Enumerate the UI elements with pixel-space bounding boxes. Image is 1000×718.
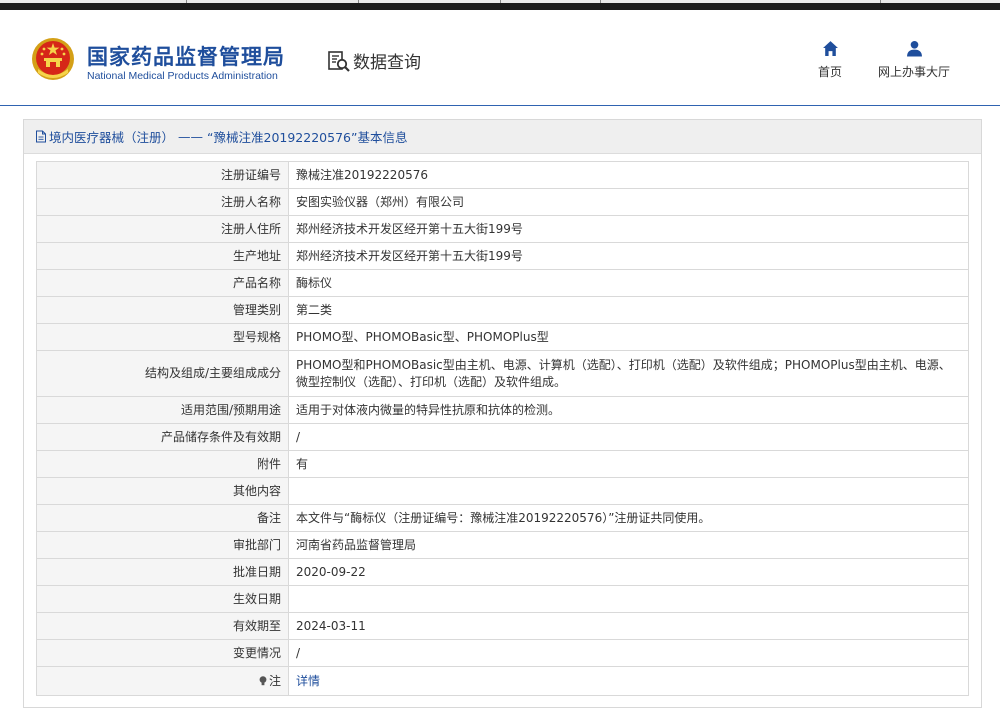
table-row: 适用范围/预期用途 适用于对体液内微量的特异性抗原和抗体的检测。 [36, 396, 969, 424]
field-value: 安图实验仪器（郑州）有限公司 [288, 188, 969, 216]
nav-home-label: 首页 [817, 65, 842, 79]
info-table: 注册证编号 豫械注准20192220576 注册人名称 安图实验仪器（郑州）有限公司… [36, 161, 969, 696]
field-label: 其他内容 [36, 477, 289, 505]
field-value: 郑州经济技术开发区经开第十五大街199号 [288, 215, 969, 243]
field-label: 生产地址 [36, 242, 289, 270]
field-value: 豫械注准20192220576 [288, 161, 969, 189]
field-label: 备注 [36, 504, 289, 532]
field-label: 变更情况 [36, 639, 289, 667]
field-value: 郑州经济技术开发区经开第十五大街199号 [288, 242, 969, 270]
table-row: 产品名称 酶标仪 [36, 269, 969, 297]
strip-tick [186, 0, 187, 3]
breadcrumb-separator: —— [178, 129, 204, 144]
magnifier-document-icon [328, 50, 350, 72]
table-row: 型号规格 PHOMO型、PHOMOBasic型、PHOMOPlus型 [36, 323, 969, 351]
table-row: 批准日期 2020-09-22 [36, 558, 969, 586]
field-label: 管理类别 [36, 296, 289, 324]
field-value: 本文件与“酶标仪（注册证编号：豫械注准20192220576）”注册证共同使用。 [288, 504, 969, 532]
field-value: 酶标仪 [288, 269, 969, 297]
breadcrumb: 境内医疗器械（注册） —— “豫械注准20192220576”基本信息 [24, 120, 981, 154]
field-value: PHOMO型和PHOMOBasic型由主机、电源、计算机（选配）、打印机（选配）… [288, 350, 969, 397]
table-row: 审批部门 河南省药品监督管理局 [36, 531, 969, 559]
site-header: 国家药品监督管理局 National Medical Products Admi… [0, 10, 1000, 106]
nav-online-hall-label: 网上办事大厅 [877, 65, 950, 79]
field-value: 2020-09-22 [288, 558, 969, 586]
table-row: 管理类别 第二类 [36, 296, 969, 324]
nav-online-hall[interactable]: 网上办事大厅 [874, 40, 954, 80]
data-query-label: 数据查询 [353, 53, 421, 73]
field-value: PHOMO型、PHOMOBasic型、PHOMOPlus型 [288, 323, 969, 351]
home-icon [822, 41, 838, 56]
org-name-cn: 国家药品监督管理局 [87, 45, 285, 69]
org-name-en: National Medical Products Administration [87, 70, 278, 82]
strip-tick [880, 0, 881, 3]
user-icon [906, 40, 922, 57]
field-value: / [288, 423, 969, 451]
field-label: 适用范围/预期用途 [36, 396, 289, 424]
strip-tick [600, 0, 601, 3]
field-label: 注册人名称 [36, 188, 289, 216]
field-label: 附件 [36, 450, 289, 478]
field-value: 适用于对体液内微量的特异性抗原和抗体的检测。 [288, 396, 969, 424]
field-label: 型号规格 [36, 323, 289, 351]
note-value-cell: 详情 [288, 666, 969, 696]
note-label: 注 [268, 673, 281, 688]
field-value [288, 477, 969, 505]
data-query-link[interactable]: 数据查询 [327, 48, 421, 73]
nav-home[interactable]: 首页 [814, 40, 846, 80]
field-label: 结构及组成/主要组成成分 [36, 350, 289, 397]
breadcrumb-record: “豫械注准20192220576”基本信息 [207, 130, 408, 145]
detail-panel: 境内医疗器械（注册） —— “豫械注准20192220576”基本信息 注册证编… [23, 119, 982, 708]
breadcrumb-category[interactable]: 境内医疗器械（注册） [49, 127, 174, 146]
table-row: 注册人住所 郑州经济技术开发区经开第十五大街199号 [36, 215, 969, 243]
field-label: 批准日期 [36, 558, 289, 586]
table-row: 结构及组成/主要组成成分 PHOMO型和PHOMOBasic型由主机、电源、计算机… [36, 350, 969, 397]
table-row: 备注 本文件与“酶标仪（注册证编号：豫械注准20192220576）”注册证共同使… [36, 504, 969, 532]
browser-top-strip [0, 0, 1000, 10]
field-label: 产品储存条件及有效期 [36, 423, 289, 451]
emblem-icon[interactable] [31, 37, 75, 81]
table-row: 注册人名称 安图实验仪器（郑州）有限公司 [36, 188, 969, 216]
field-value: / [288, 639, 969, 667]
field-value: 河南省药品监督管理局 [288, 531, 969, 559]
table-row: 产品储存条件及有效期 / [36, 423, 969, 451]
field-value: 第二类 [288, 296, 969, 324]
table-row: 生产地址 郑州经济技术开发区经开第十五大街199号 [36, 242, 969, 270]
table-row: 变更情况 / [36, 639, 969, 667]
field-value: 有 [288, 450, 969, 478]
note-label-cell: 注 [36, 666, 289, 696]
table-row: 附件有 [36, 450, 969, 478]
field-label: 生效日期 [36, 585, 289, 613]
strip-tick [500, 0, 501, 3]
field-value: 2024-03-11 [288, 612, 969, 640]
bulb-icon [259, 675, 267, 685]
field-label: 注册证编号 [36, 161, 289, 189]
table-row: 有效期至 2024-03-11 [36, 612, 969, 640]
strip-tick [358, 0, 359, 3]
field-label: 注册人住所 [36, 215, 289, 243]
detail-link[interactable]: 详情 [296, 674, 320, 688]
field-label: 审批部门 [36, 531, 289, 559]
table-row: 注册证编号 豫械注准20192220576 [36, 161, 969, 189]
table-row: 其他内容 [36, 477, 969, 505]
field-label: 有效期至 [36, 612, 289, 640]
field-label: 产品名称 [36, 269, 289, 297]
table-row: 生效日期 [36, 585, 969, 613]
field-value [288, 585, 969, 613]
note-row: 注 详情 [36, 666, 969, 696]
document-icon [36, 130, 46, 143]
